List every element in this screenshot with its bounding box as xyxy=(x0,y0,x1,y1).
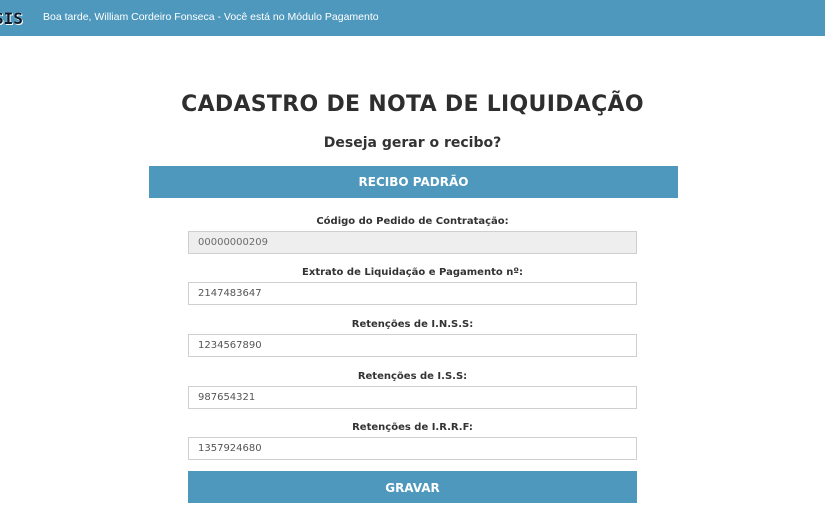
label-retencoes-inss: Retenções de I.N.S.S: xyxy=(351,319,474,330)
top-navigation-bar: SIS Boa tarde, William Cordeiro Fonseca … xyxy=(0,0,825,36)
page-subtitle: Deseja gerar o recibo? xyxy=(323,135,502,151)
save-button[interactable]: GRAVAR xyxy=(188,471,637,503)
label-extrato-liquidacao: Extrato de Liquidação e Pagamento nº: xyxy=(302,267,523,278)
section-header-recibo-padrao: RECIBO PADRÃO xyxy=(149,166,678,198)
input-retencoes-inss[interactable] xyxy=(188,334,637,357)
input-retencoes-irrf[interactable] xyxy=(188,437,637,460)
label-codigo-pedido: Código do Pedido de Contratação: xyxy=(316,216,509,227)
label-retencoes-irrf: Retenções de I.R.R.F: xyxy=(352,422,473,433)
label-retencoes-iss: Retenções de I.S.S: xyxy=(357,371,468,382)
user-greeting: Boa tarde, William Cordeiro Fonseca - Vo… xyxy=(43,11,379,23)
input-retencoes-iss[interactable] xyxy=(188,386,637,409)
input-extrato-liquidacao[interactable] xyxy=(188,282,637,305)
input-codigo-pedido[interactable] xyxy=(188,231,637,254)
page-title: CADASTRO DE NOTA DE LIQUIDAÇÃO xyxy=(181,92,644,117)
app-logo[interactable]: SIS xyxy=(0,9,23,28)
